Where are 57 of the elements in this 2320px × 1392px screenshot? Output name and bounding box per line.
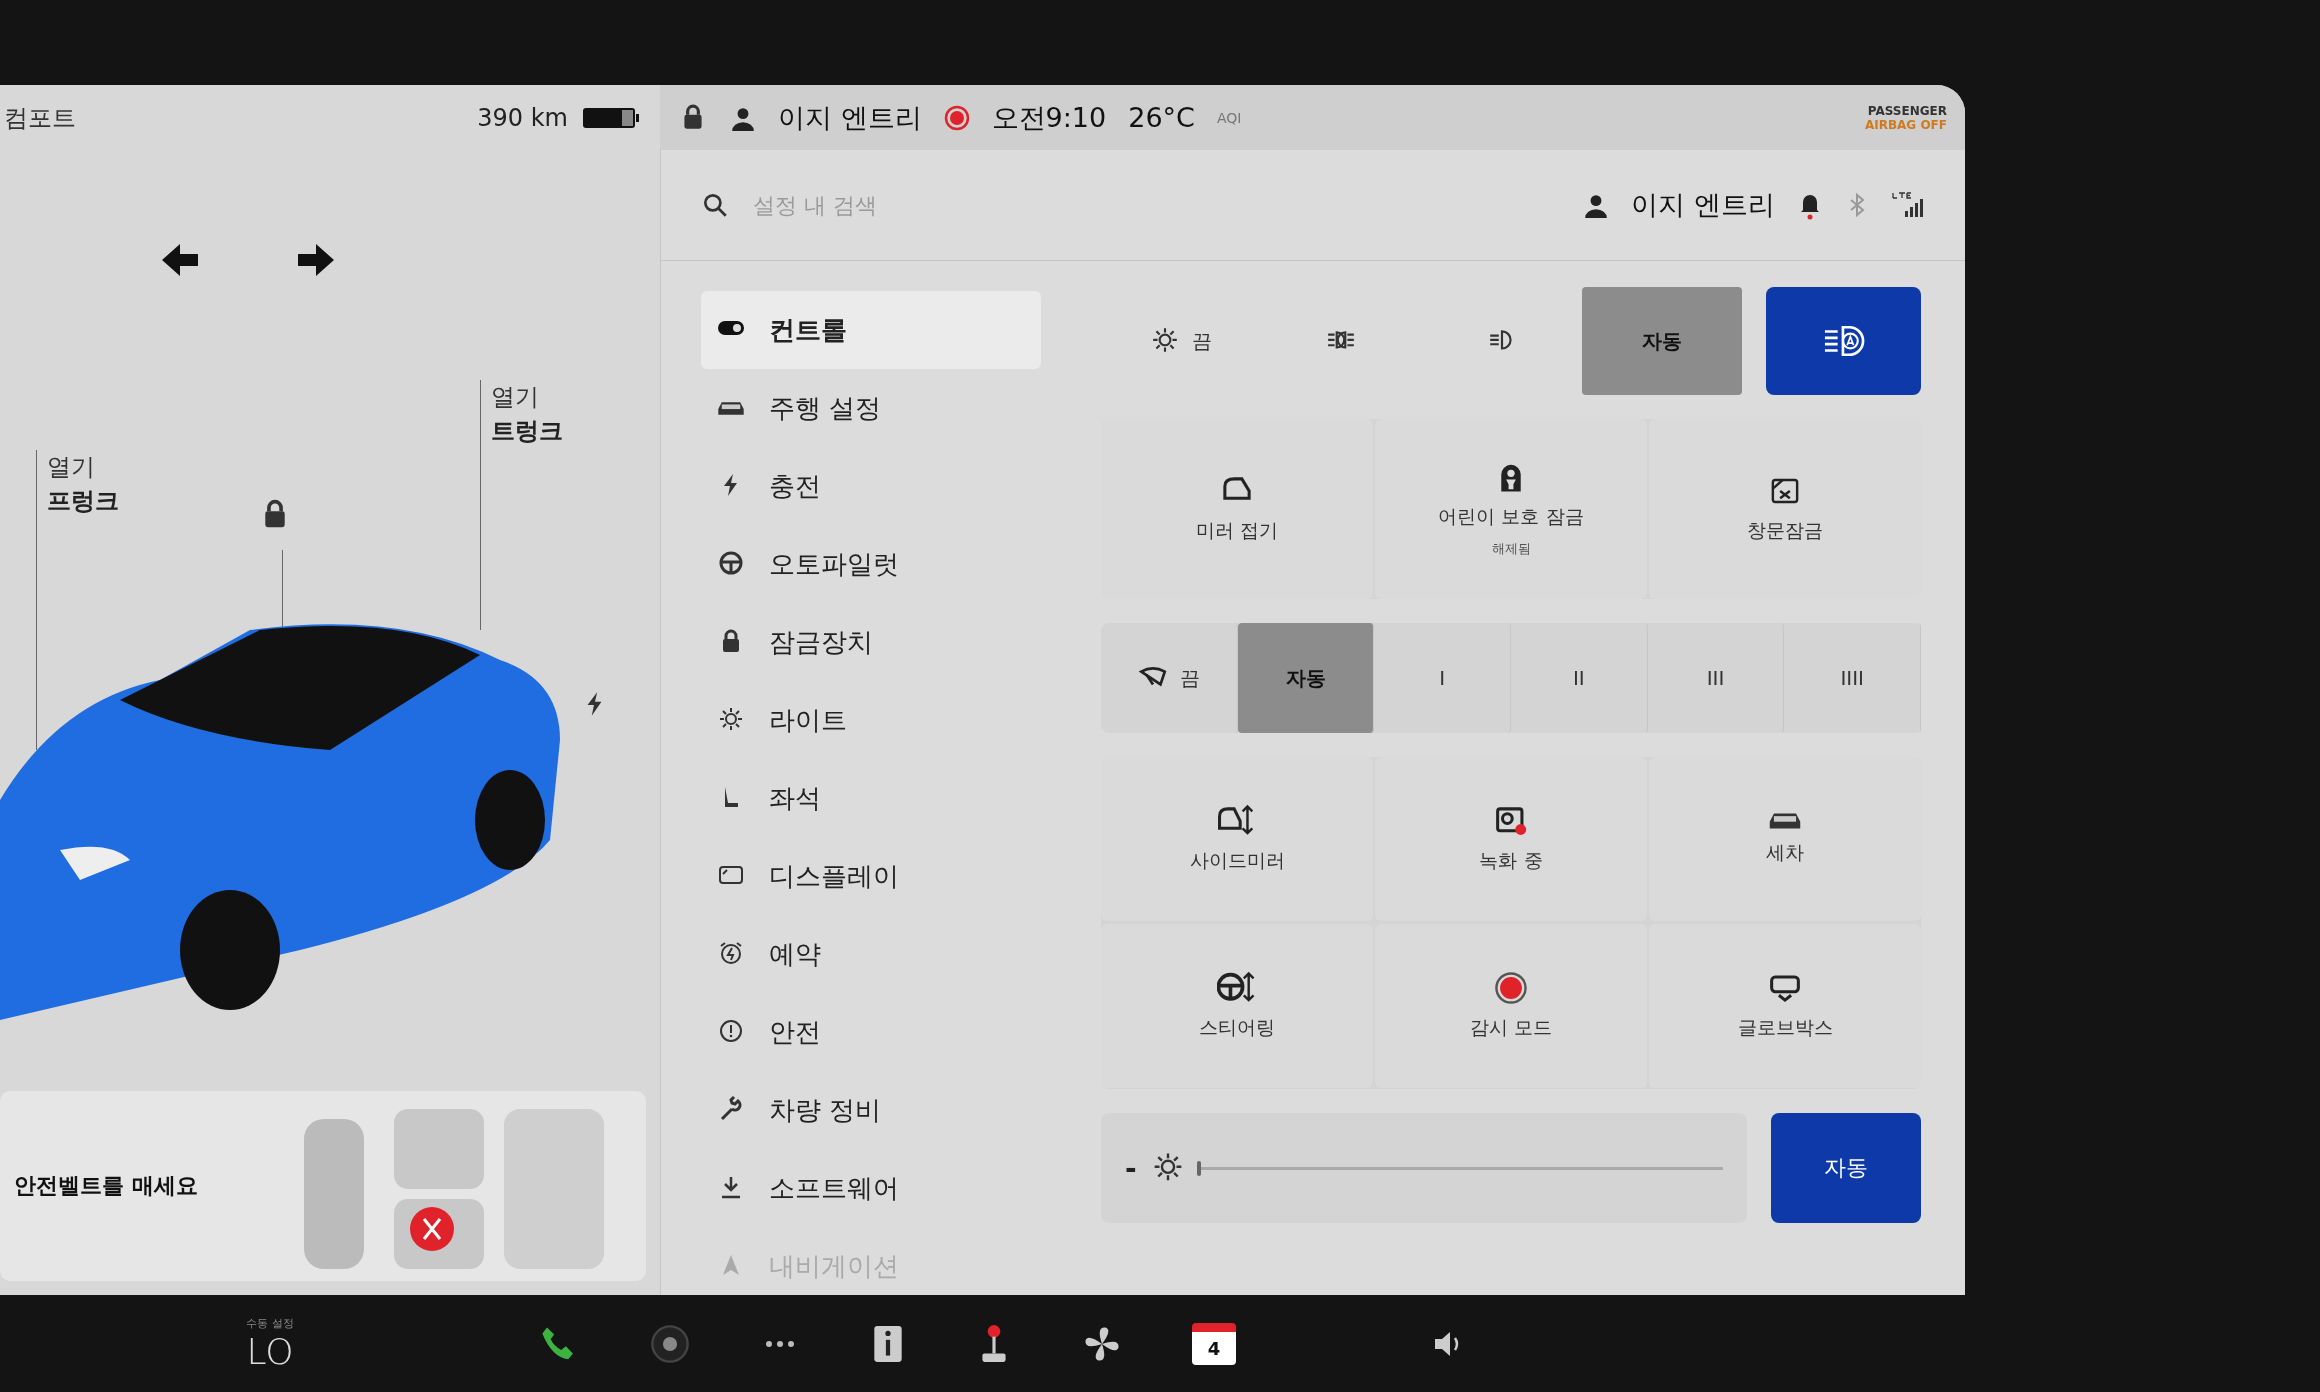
aqi-label: AQI: [1216, 109, 1242, 126]
menu-item[interactable]: 차량 정비: [701, 1071, 1041, 1149]
headlight-mode-button[interactable]: 끔: [1101, 287, 1262, 395]
wiper-speed-button[interactable]: IIII: [1784, 623, 1922, 733]
control-tile[interactable]: 창문잠금: [1649, 419, 1921, 599]
battery-icon: [582, 106, 640, 129]
brightness-slider[interactable]: -: [1101, 1113, 1747, 1223]
slider-thumb[interactable]: [1196, 1160, 1201, 1176]
control-tile[interactable]: 세차: [1649, 757, 1921, 921]
seatbelt-warning: 안전벨트를 매세요: [14, 1172, 199, 1200]
menu-item[interactable]: 컨트롤: [701, 291, 1041, 369]
range-text: 390 km: [477, 103, 568, 132]
menu-item[interactable]: 주행 설정: [701, 369, 1041, 447]
trunk-open-button[interactable]: 열기 트렁크: [481, 380, 563, 448]
wiper-speed-button[interactable]: 자동: [1237, 623, 1375, 733]
clock-time: 오전9:10: [991, 100, 1107, 135]
steering-adjust-icon: [1217, 971, 1257, 1005]
wiper-speed-button[interactable]: II: [1511, 623, 1648, 733]
temperature-text: 26°C: [1128, 102, 1195, 133]
headlight-mode-button[interactable]: 자동: [1581, 287, 1742, 395]
climate-temperature[interactable]: LO: [246, 1330, 294, 1372]
camera-icon[interactable]: [650, 1323, 690, 1364]
search-icon[interactable]: [701, 191, 729, 219]
profile-name[interactable]: 이지 엔트리: [778, 99, 922, 136]
menu-item[interactable]: 라이트: [701, 681, 1041, 759]
person-icon: [1583, 192, 1610, 218]
menu-item[interactable]: 잠금장치: [701, 603, 1041, 681]
dashcam-icon: [1494, 804, 1528, 838]
control-tile[interactable]: 녹화 중: [1375, 757, 1647, 921]
menu-item[interactable]: 예약: [701, 915, 1041, 993]
drive-mode-label: 컴포트: [4, 102, 77, 134]
lte-signal-icon: [1891, 191, 1925, 219]
menu-item[interactable]: 소프트웨어: [701, 1149, 1041, 1227]
menu-item[interactable]: 오토파일럿: [701, 525, 1041, 603]
airbag-status: PASSENGER AIRBAG OFF: [1864, 103, 1947, 132]
control-tile[interactable]: 사이드미러: [1101, 757, 1373, 921]
menu-item[interactable]: 좌석: [701, 759, 1041, 837]
control-tile[interactable]: 미러 접기: [1101, 419, 1373, 599]
record-icon: [1494, 971, 1528, 1005]
profile-name[interactable]: 이지 엔트리: [1631, 187, 1775, 223]
recording-icon[interactable]: [943, 104, 970, 131]
control-tile[interactable]: 스티어링: [1101, 924, 1373, 1088]
wiper-speed-button[interactable]: 끔: [1101, 623, 1238, 733]
control-tile[interactable]: 글로브박스: [1649, 924, 1921, 1088]
wiper-speed-button[interactable]: III: [1647, 623, 1785, 733]
auto-high-beam-button[interactable]: [1766, 287, 1921, 395]
search-field[interactable]: 설정 내 검색: [751, 191, 1055, 219]
menu-item[interactable]: 디스플레이: [701, 837, 1041, 915]
auto-brightness-button[interactable]: 자동: [1771, 1113, 1921, 1223]
climate-mode-label: 수동 설정: [246, 1315, 294, 1331]
frunk-open-button[interactable]: 열기 프렁크: [37, 450, 119, 518]
control-tile[interactable]: 어린이 보호 잠금 해제됨: [1375, 419, 1647, 599]
menu-item[interactable]: 안전: [701, 993, 1041, 1071]
menu-item[interactable]: 충전: [701, 447, 1041, 525]
wiper-speed-button[interactable]: I: [1374, 623, 1511, 733]
calendar-button[interactable]: 4: [1192, 1322, 1236, 1365]
control-tile[interactable]: 감시 모드: [1375, 924, 1647, 1088]
